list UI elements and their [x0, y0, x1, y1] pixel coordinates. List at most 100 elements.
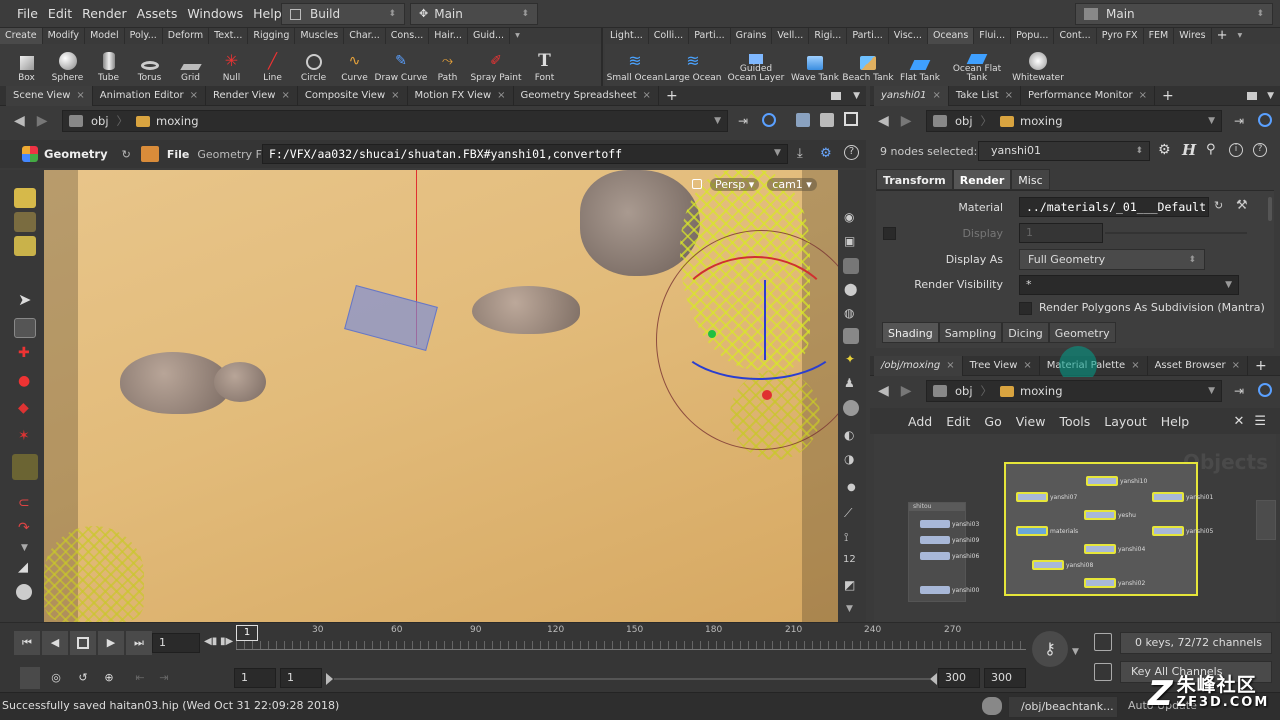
- tab-yanshi01[interactable]: yanshi01 ×: [874, 85, 949, 106]
- close-icon[interactable]: ×: [497, 90, 505, 101]
- add-tab-icon[interactable]: +: [659, 86, 685, 106]
- rock-middle[interactable]: [472, 286, 580, 334]
- render-region-icon[interactable]: ◢: [18, 560, 28, 575]
- magnet-icon[interactable]: ⊂: [18, 495, 30, 511]
- jump-end-icon[interactable]: ⏭: [126, 631, 152, 655]
- camera-menu[interactable]: cam1 ▾: [767, 177, 817, 191]
- rock-left-small[interactable]: [214, 362, 266, 402]
- history-icon[interactable]: H: [1182, 141, 1196, 159]
- snap-grid-icon[interactable]: ⟟: [844, 530, 848, 545]
- shelf-tab-grains[interactable]: Grains: [731, 28, 773, 44]
- close-icon[interactable]: ×: [643, 90, 651, 101]
- tool-beach-tank[interactable]: Beach Tank: [841, 44, 895, 86]
- start-range-icon[interactable]: ⇤: [132, 667, 148, 689]
- back-icon[interactable]: ◀: [878, 113, 889, 129]
- wireframe-icon[interactable]: ◍: [844, 306, 854, 320]
- camera-icon[interactable]: [16, 584, 32, 600]
- left-path-field[interactable]: obj 〉 moxing ▼: [62, 110, 728, 132]
- range-start-field[interactable]: 1: [234, 668, 276, 688]
- shelf-menu-icon[interactable]: ▾: [1232, 28, 1247, 44]
- end-range-icon[interactable]: ⇥: [156, 667, 172, 689]
- tool-tube[interactable]: Tube: [88, 44, 129, 86]
- node-yanshi10[interactable]: yanshi10: [1086, 476, 1147, 486]
- pin-icon[interactable]: ⇥: [1234, 114, 1244, 128]
- audio-icon[interactable]: ◎: [46, 667, 66, 689]
- tool-wave-tank[interactable]: Wave Tank: [789, 44, 841, 86]
- pose-icon[interactable]: ✶: [18, 428, 30, 444]
- node-yanshi08[interactable]: yanshi08: [1032, 560, 1093, 570]
- bulb-icon[interactable]: ✦: [845, 352, 855, 366]
- tool-spray-paint[interactable]: ✐ Spray Paint: [468, 44, 524, 86]
- handle-icon[interactable]: [12, 454, 38, 480]
- close-icon[interactable]: ×: [946, 360, 954, 371]
- jump-start-icon[interactable]: ⏮: [14, 631, 40, 655]
- texture-icon[interactable]: [843, 400, 859, 416]
- path-obj[interactable]: obj: [955, 114, 973, 128]
- close-icon[interactable]: ×: [190, 90, 198, 101]
- eye-icon[interactable]: ◉: [844, 210, 854, 224]
- path-moxing[interactable]: moxing: [1020, 114, 1062, 128]
- back-icon[interactable]: ◀: [878, 383, 889, 399]
- shelf-tab-fluids[interactable]: Flui...: [974, 28, 1012, 44]
- display-options-icon[interactable]: ▣: [844, 234, 855, 248]
- dot-icon[interactable]: ●: [847, 482, 856, 493]
- menu-file[interactable]: File: [12, 0, 43, 28]
- network-canvas[interactable]: Objects shitou yanshi03 yanshi09 yanshi0…: [874, 434, 1276, 622]
- tool-curve[interactable]: ∿ Curve: [334, 44, 375, 86]
- right-desktop-dropdown[interactable]: Main ⬍: [1075, 3, 1273, 25]
- tool-font[interactable]: T Font: [524, 44, 565, 86]
- channel-list-icon[interactable]: [1094, 633, 1112, 651]
- render-visibility-field[interactable]: * ▼: [1019, 275, 1239, 295]
- safe-area-icon[interactable]: ◩: [844, 578, 855, 592]
- viewport[interactable]: Persp ▾ cam1 ▾: [44, 170, 838, 622]
- shelf-tab-cons[interactable]: Cons...: [386, 28, 430, 44]
- transform-icon[interactable]: ✚: [18, 345, 30, 361]
- tab-geometry-spreadsheet[interactable]: Geometry Spreadsheet ×: [514, 85, 659, 106]
- tab-performance-monitor[interactable]: Performance Monitor ×: [1021, 85, 1155, 106]
- shelf-tab-populate[interactable]: Popu...: [1011, 28, 1055, 44]
- tool-box[interactable]: Box: [6, 44, 47, 86]
- status-path[interactable]: /obj/beachtank...: [1008, 696, 1118, 718]
- current-frame-field[interactable]: 1: [152, 633, 200, 653]
- params-path-field[interactable]: obj 〉 moxing ▼: [926, 110, 1222, 132]
- material-field[interactable]: ../materials/_01___Default: [1019, 197, 1209, 217]
- translate-handle-y[interactable]: [764, 280, 766, 360]
- node-yanshi03[interactable]: yanshi03: [920, 520, 979, 528]
- tool-circle[interactable]: Circle: [293, 44, 334, 86]
- display-field[interactable]: 1: [1019, 223, 1103, 243]
- pivot-handle[interactable]: [762, 390, 772, 400]
- menu-go[interactable]: Go: [984, 414, 1001, 429]
- shelf-tab-container[interactable]: Cont...: [1054, 28, 1097, 44]
- tab-motion-fx-view[interactable]: Motion FX View ×: [408, 85, 514, 106]
- help-icon[interactable]: ?: [844, 145, 859, 160]
- shelf-tab-particles2[interactable]: Parti...: [847, 28, 889, 44]
- menu-add[interactable]: Add: [908, 414, 932, 429]
- add-tab-icon[interactable]: +: [1248, 356, 1274, 376]
- close-icon[interactable]: ×: [391, 90, 399, 101]
- tool-guided-ocean-layer[interactable]: Guided Ocean Layer: [723, 44, 789, 86]
- pointer-icon[interactable]: ➤: [18, 290, 31, 309]
- node-yanshi00[interactable]: yanshi00: [920, 586, 979, 594]
- path-moxing[interactable]: moxing: [156, 114, 198, 128]
- menu-tools[interactable]: Tools: [1059, 414, 1090, 429]
- node-yanshi02[interactable]: yanshi02: [1084, 578, 1145, 588]
- tool-sphere[interactable]: Sphere: [47, 44, 88, 86]
- chevron-down-icon[interactable]: ▼: [714, 116, 721, 126]
- shelf-tab-poly[interactable]: Poly...: [125, 28, 163, 44]
- path-obj[interactable]: obj: [955, 384, 973, 398]
- tab-take-list[interactable]: Take List ×: [949, 85, 1022, 106]
- tool-whitewater[interactable]: Whitewater: [1009, 44, 1067, 86]
- menu-help[interactable]: Help: [1161, 414, 1190, 429]
- shelf-tab-muscles[interactable]: Muscles: [295, 28, 345, 44]
- range-slider-start[interactable]: [326, 673, 333, 685]
- path-obj[interactable]: obj: [91, 114, 109, 128]
- chevron-down-icon[interactable]: ▼: [846, 604, 853, 614]
- pin-icon[interactable]: ⇥: [1234, 384, 1244, 398]
- screenshot-icon[interactable]: [820, 113, 834, 127]
- node-yanshi01[interactable]: yanshi01: [1152, 492, 1213, 502]
- tab-animation-editor[interactable]: Animation Editor ×: [93, 85, 206, 106]
- forward-icon[interactable]: ▶: [901, 113, 912, 129]
- light-icon[interactable]: [843, 328, 859, 344]
- menu-windows[interactable]: Windows: [182, 0, 248, 28]
- lock-icon[interactable]: [692, 179, 702, 189]
